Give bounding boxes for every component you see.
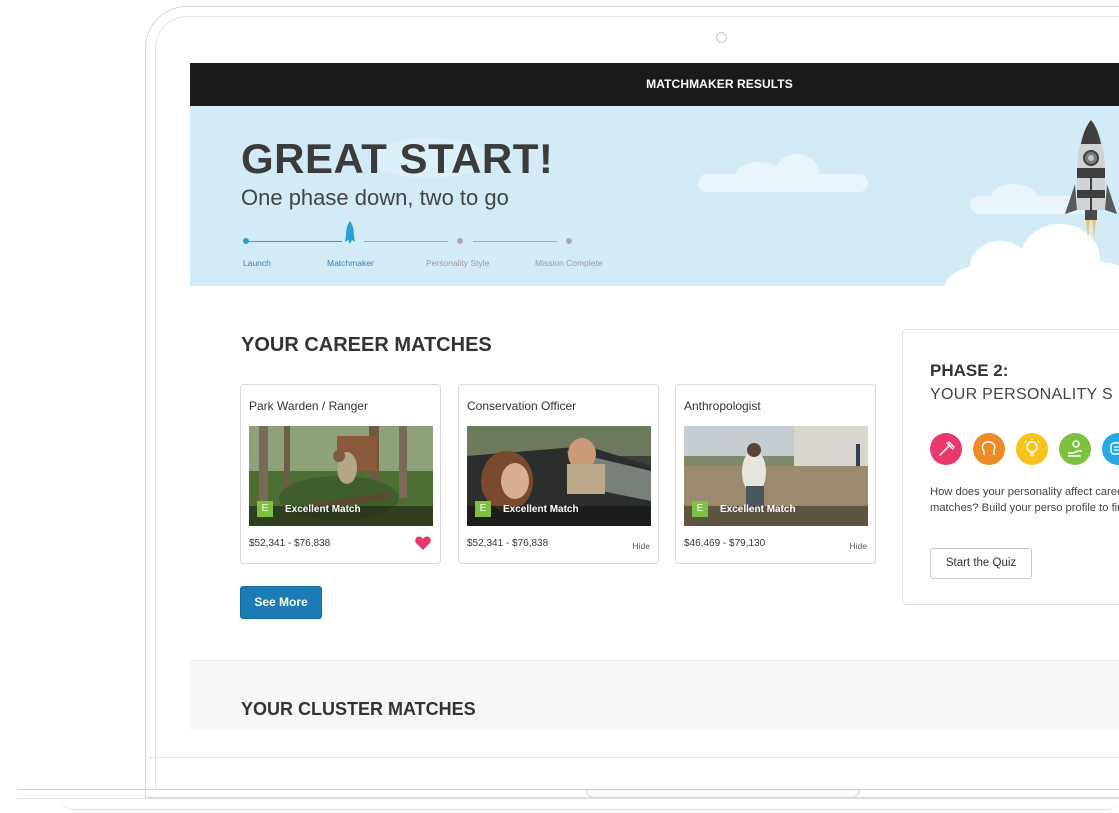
progress-track [247,241,342,242]
career-card-title[interactable]: Anthropologist [684,399,761,413]
salary-range: $52,341 - $76,838 [249,538,331,549]
salary-range: $46,469 - $79,130 [684,538,766,549]
cloud-decoration [990,184,1038,214]
head-icon [973,433,1005,465]
rocket-icon [1065,120,1117,248]
phase-subheading: YOUR PERSONALITY S [930,386,1113,403]
webcam-icon [716,32,727,43]
rocket-step-icon [345,221,355,244]
lightbulb-icon [1016,433,1048,465]
step-dot-mission [566,238,572,244]
hero-subtitle: One phase down, two to go [241,185,509,210]
hero-title: GREAT START! [241,135,554,182]
heart-icon[interactable] [415,536,431,550]
hero-banner: GREAT START! One phase down, two to go L… [190,106,1119,286]
cluster-section: YOUR CLUSTER MATCHES [190,660,1119,730]
match-badge-text: Excellent Match [720,504,796,515]
laptop-chin [148,757,1119,758]
match-badge-text: Excellent Match [285,504,361,515]
step-label-personality: Personality Style [426,258,490,268]
career-matches-heading: YOUR CAREER MATCHES [241,334,492,356]
see-more-button[interactable]: See More [240,586,322,619]
step-dot-launch [243,238,249,244]
match-badge-letter: E [475,501,491,517]
hammer-icon [930,433,962,465]
chat-icon [1102,433,1119,465]
phase-2-panel: PHASE 2: YOUR PERSONALITY S How does you… [902,329,1119,605]
progress-track [364,241,448,242]
career-photo: E Excellent Match [467,426,651,526]
cloud-decoration [775,154,819,192]
progress-track [473,241,557,242]
career-card[interactable]: Anthropologist E Excellent Match $46,469… [675,384,876,564]
match-badge-letter: E [692,501,708,517]
page-title: MATCHMAKER RESULTS [646,77,793,91]
hide-link[interactable]: Hide [850,541,867,551]
salary-range: $52,341 - $76,838 [467,538,549,549]
career-photo: E Excellent Match [684,426,868,526]
app-screen: MATCHMAKER RESULTS GREAT START! One phas… [190,63,1119,730]
phase-description: How does your personality affect career … [930,486,1119,514]
career-photo: E Excellent Match [249,426,433,526]
top-bar: MATCHMAKER RESULTS [190,63,1119,106]
phase-heading: PHASE 2: [930,361,1009,380]
career-card-title[interactable]: Conservation Officer [467,399,576,413]
laptop-base-front [60,797,1119,810]
match-badge-letter: E [257,501,273,517]
cluster-matches-heading: YOUR CLUSTER MATCHES [241,699,476,719]
start-quiz-button[interactable]: Start the Quiz [930,548,1032,579]
career-card-title[interactable]: Park Warden / Ranger [249,399,368,413]
laptop-notch [586,790,860,798]
match-badge-text: Excellent Match [503,504,579,515]
career-card[interactable]: Conservation Officer E Excellent Match $… [458,384,659,564]
step-label-mission: Mission Complete [535,258,603,268]
step-label-matchmaker: Matchmaker [327,258,374,268]
helping-hand-icon [1059,433,1091,465]
hide-link[interactable]: Hide [633,541,650,551]
career-card[interactable]: Park Warden / Ranger E Excellent Match $… [240,384,441,564]
step-dot-personality [457,238,463,244]
step-label-launch: Launch [243,258,271,268]
